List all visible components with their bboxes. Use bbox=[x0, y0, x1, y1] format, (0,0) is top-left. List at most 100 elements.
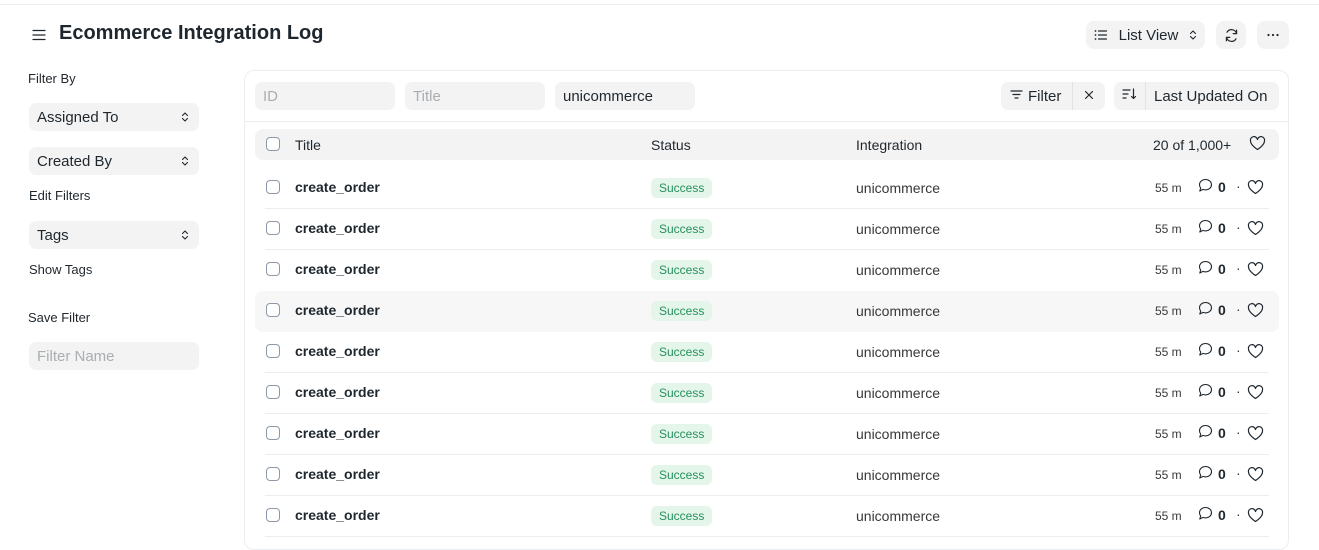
row-title[interactable]: create_order bbox=[295, 261, 380, 277]
comment-icon bbox=[1198, 260, 1213, 278]
row-modified-time: 55 m bbox=[1155, 345, 1182, 359]
heart-icon[interactable] bbox=[1247, 467, 1264, 485]
row-comments[interactable]: 0 bbox=[1198, 219, 1226, 237]
row-checkbox[interactable] bbox=[266, 221, 280, 235]
row-comments[interactable]: 0 bbox=[1198, 465, 1226, 483]
menu-icon[interactable] bbox=[32, 28, 46, 42]
separator-dot: · bbox=[1236, 260, 1241, 276]
separator-dot: · bbox=[1236, 219, 1241, 235]
save-filter-label: Save Filter bbox=[28, 310, 91, 325]
list-row[interactable]: create_order Success unicommerce 55 m 0 · bbox=[255, 496, 1279, 537]
id-filter-input[interactable] bbox=[255, 82, 395, 110]
title-filter-input[interactable] bbox=[405, 82, 545, 110]
row-checkbox[interactable] bbox=[266, 303, 280, 317]
list-row[interactable]: create_order Success unicommerce 55 m 0 · bbox=[255, 414, 1279, 455]
row-modified-time: 55 m bbox=[1155, 304, 1182, 318]
tags-select[interactable]: Tags bbox=[29, 221, 199, 249]
updown-icon bbox=[181, 228, 189, 245]
heart-icon[interactable] bbox=[1247, 385, 1264, 403]
list-row[interactable]: create_order Success unicommerce 55 m 0 · bbox=[255, 373, 1279, 414]
row-comments[interactable]: 0 bbox=[1198, 342, 1226, 360]
heart-icon[interactable] bbox=[1247, 221, 1264, 239]
filter-button-group: Filter bbox=[1001, 82, 1105, 110]
list-row[interactable]: create_order Success unicommerce 55 m 0 · bbox=[255, 168, 1279, 209]
row-integration: unicommerce bbox=[856, 508, 941, 524]
row-comments[interactable]: 0 bbox=[1198, 301, 1226, 319]
row-comments[interactable]: 0 bbox=[1198, 178, 1226, 196]
list-view-button[interactable]: List View bbox=[1086, 21, 1205, 49]
list-view-label: List View bbox=[1118, 26, 1179, 44]
comment-count: 0 bbox=[1218, 343, 1226, 359]
filter-by-label: Filter By bbox=[28, 71, 76, 86]
select-all-checkbox[interactable] bbox=[266, 137, 280, 151]
row-checkbox[interactable] bbox=[266, 180, 280, 194]
status-badge: Success bbox=[651, 465, 713, 485]
row-title[interactable]: create_order bbox=[295, 220, 380, 236]
sort-direction-button[interactable] bbox=[1114, 82, 1146, 110]
heart-icon[interactable] bbox=[1247, 303, 1264, 321]
row-checkbox[interactable] bbox=[266, 262, 280, 276]
show-tags-link[interactable]: Show Tags bbox=[29, 262, 92, 277]
comment-icon bbox=[1198, 383, 1213, 401]
integration-filter-input[interactable] bbox=[555, 82, 695, 110]
column-status: Status bbox=[651, 137, 691, 153]
list-row[interactable]: create_order Success unicommerce 55 m 0 · bbox=[255, 291, 1279, 332]
separator-dot: · bbox=[1236, 506, 1241, 522]
row-comments[interactable]: 0 bbox=[1198, 260, 1226, 278]
row-title[interactable]: create_order bbox=[295, 302, 380, 318]
row-checkbox[interactable] bbox=[266, 467, 280, 481]
row-comments[interactable]: 0 bbox=[1198, 424, 1226, 442]
heart-icon[interactable] bbox=[1247, 180, 1264, 198]
column-title: Title bbox=[295, 137, 321, 153]
row-comments[interactable]: 0 bbox=[1198, 506, 1226, 524]
row-checkbox[interactable] bbox=[266, 344, 280, 358]
comment-count: 0 bbox=[1218, 384, 1226, 400]
more-actions-button[interactable] bbox=[1257, 21, 1289, 49]
assigned-to-select[interactable]: Assigned To bbox=[29, 103, 199, 131]
comment-count: 0 bbox=[1218, 261, 1226, 277]
row-checkbox[interactable] bbox=[266, 426, 280, 440]
updown-icon bbox=[181, 110, 189, 127]
row-integration: unicommerce bbox=[856, 180, 941, 196]
list-row[interactable]: create_order Success unicommerce 55 m 0 · bbox=[255, 250, 1279, 291]
list-row[interactable]: create_order Success unicommerce 55 m 0 · bbox=[255, 332, 1279, 373]
heart-icon[interactable] bbox=[1247, 344, 1264, 362]
row-comments[interactable]: 0 bbox=[1198, 383, 1226, 401]
filter-name-input[interactable] bbox=[29, 342, 199, 370]
status-badge: Success bbox=[651, 219, 713, 239]
created-by-label: Created By bbox=[37, 152, 113, 170]
comment-count: 0 bbox=[1218, 220, 1226, 236]
comment-count: 0 bbox=[1218, 507, 1226, 523]
heart-icon[interactable] bbox=[1249, 136, 1266, 154]
row-title[interactable]: create_order bbox=[295, 343, 380, 359]
row-checkbox[interactable] bbox=[266, 508, 280, 522]
heart-icon[interactable] bbox=[1247, 426, 1264, 444]
edit-filters-link[interactable]: Edit Filters bbox=[29, 188, 90, 203]
row-title[interactable]: create_order bbox=[295, 179, 380, 195]
page-title: Ecommerce Integration Log bbox=[59, 22, 324, 44]
heart-icon[interactable] bbox=[1247, 262, 1264, 280]
row-title[interactable]: create_order bbox=[295, 466, 380, 482]
separator-dot: · bbox=[1236, 342, 1241, 358]
row-title[interactable]: create_order bbox=[295, 425, 380, 441]
sort-field-button[interactable]: Last Updated On bbox=[1146, 88, 1267, 105]
filter-button[interactable]: Filter bbox=[1001, 82, 1073, 110]
row-modified-time: 55 m bbox=[1155, 427, 1182, 441]
row-title[interactable]: create_order bbox=[295, 384, 380, 400]
row-modified-time: 55 m bbox=[1155, 509, 1182, 523]
row-integration: unicommerce bbox=[856, 344, 941, 360]
heart-icon[interactable] bbox=[1247, 508, 1264, 526]
separator-dot: · bbox=[1236, 301, 1241, 317]
refresh-button[interactable] bbox=[1216, 21, 1246, 49]
list-row[interactable]: create_order Success unicommerce 55 m 0 · bbox=[255, 209, 1279, 250]
row-checkbox[interactable] bbox=[266, 385, 280, 399]
row-title[interactable]: create_order bbox=[295, 507, 380, 523]
list-header: Title Status Integration 20 of 1,000+ bbox=[255, 129, 1279, 160]
separator-dot: · bbox=[1236, 383, 1241, 399]
list-row[interactable]: create_order Success unicommerce 55 m 0 · bbox=[255, 455, 1279, 496]
page-header: Ecommerce Integration Log List View bbox=[28, 20, 1290, 50]
status-badge: Success bbox=[651, 301, 713, 321]
created-by-select[interactable]: Created By bbox=[29, 147, 199, 175]
comment-count: 0 bbox=[1218, 425, 1226, 441]
clear-filter-button[interactable] bbox=[1073, 82, 1105, 110]
